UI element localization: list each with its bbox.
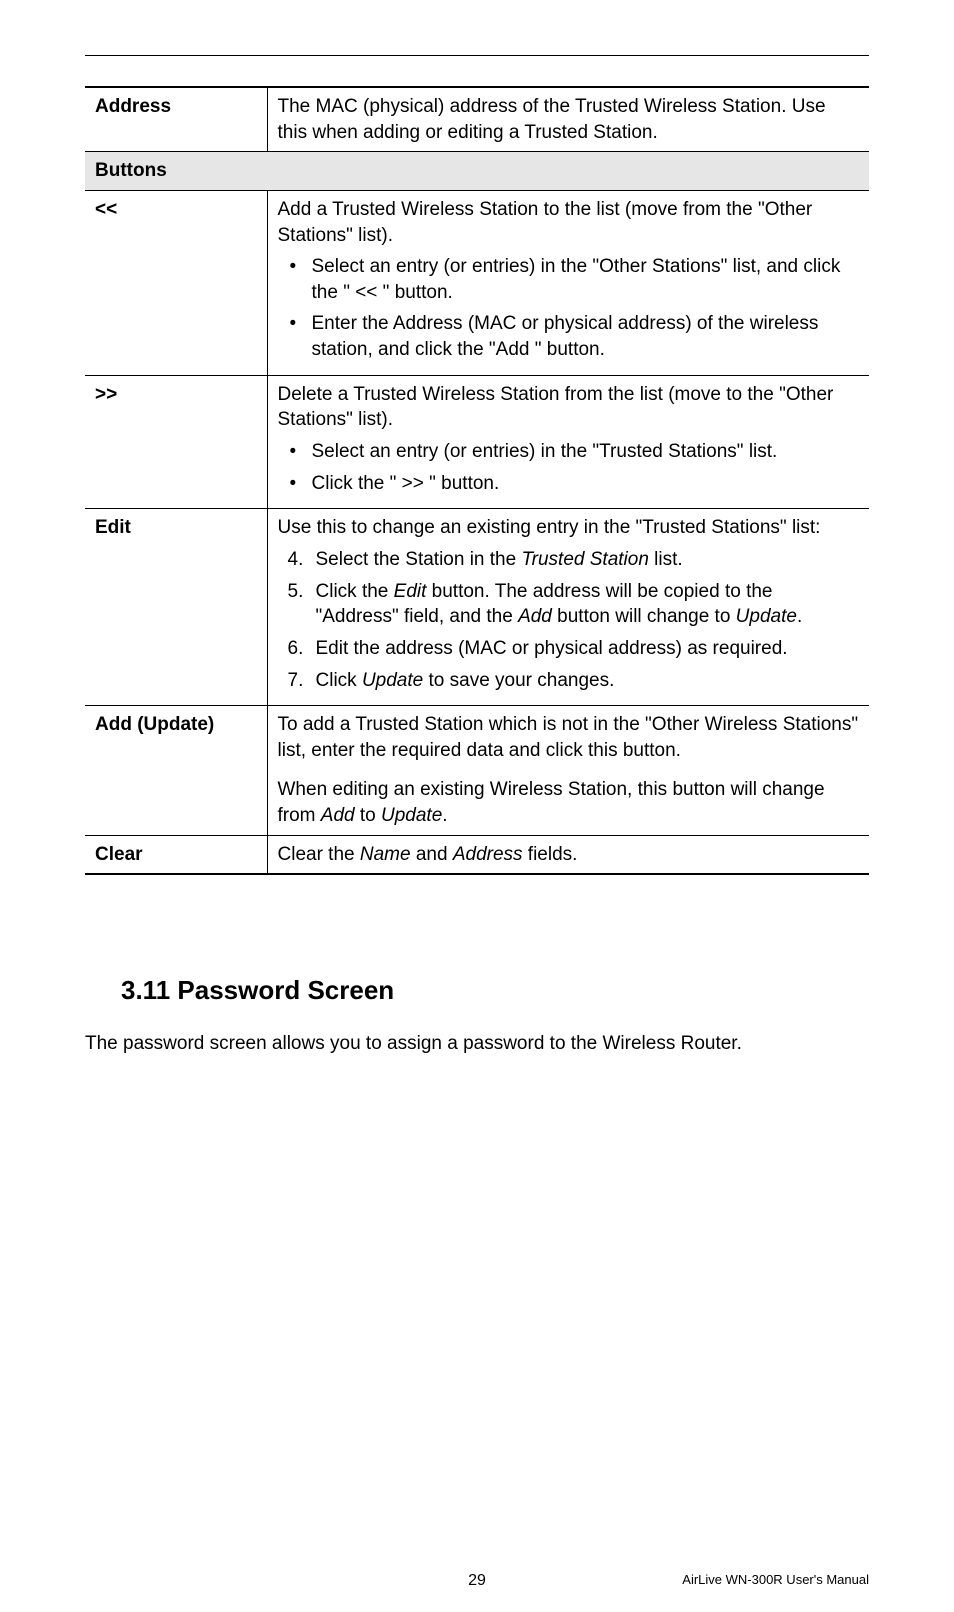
t: Update bbox=[362, 670, 423, 691]
edit-step-6: 6. Edit the address (MAC or physical addr… bbox=[286, 636, 860, 662]
edit-step-4-num: 4. bbox=[288, 547, 304, 573]
t: Update bbox=[381, 805, 442, 826]
lshift-intro: Add a Trusted Wireless Station to the li… bbox=[278, 197, 860, 248]
t: Click bbox=[316, 670, 362, 691]
lshift-bullet-1: Select an entry (or entries) in the "Oth… bbox=[286, 254, 860, 305]
page-number: 29 bbox=[468, 1572, 486, 1590]
t: Clear the bbox=[278, 844, 360, 865]
section-body: The password screen allows you to assign… bbox=[85, 1031, 869, 1057]
t: Address bbox=[453, 844, 523, 865]
cell-rshift-desc: Delete a Trusted Wireless Station from t… bbox=[267, 375, 869, 509]
cell-clear-label: Clear bbox=[85, 835, 267, 874]
cell-add-update-desc: To add a Trusted Station which is not in… bbox=[267, 706, 869, 836]
cell-rshift-label: >> bbox=[85, 375, 267, 509]
t: Select the Station in the bbox=[316, 549, 522, 570]
t: Edit bbox=[394, 581, 427, 602]
row-rshift: >> Delete a Trusted Wireless Station fro… bbox=[85, 375, 869, 509]
edit-step-7: 7. Click Update to save your changes. bbox=[286, 668, 860, 694]
definitions-table: Address The MAC (physical) address of th… bbox=[85, 86, 869, 875]
cell-edit-label: Edit bbox=[85, 509, 267, 706]
rshift-intro: Delete a Trusted Wireless Station from t… bbox=[278, 382, 860, 433]
section-title: 3.11 Password Screen bbox=[121, 975, 869, 1006]
t: list. bbox=[649, 549, 683, 570]
footer-right-text: AirLive WN-300R User's Manual bbox=[682, 1572, 869, 1587]
t: Add bbox=[518, 606, 552, 627]
edit-step-5-num: 5. bbox=[288, 579, 304, 605]
row-edit: Edit Use this to change an existing entr… bbox=[85, 509, 869, 706]
cell-clear-desc: Clear the Name and Address fields. bbox=[267, 835, 869, 874]
add-update-p2: When editing an existing Wireless Statio… bbox=[278, 777, 860, 828]
lshift-bullet-2: Enter the Address (MAC or physical addre… bbox=[286, 311, 860, 362]
lshift-bullets: Select an entry (or entries) in the "Oth… bbox=[278, 254, 860, 363]
cell-address-desc: The MAC (physical) address of the Truste… bbox=[267, 87, 869, 152]
cell-add-update-label: Add (Update) bbox=[85, 706, 267, 836]
edit-step-7-num: 7. bbox=[288, 668, 304, 694]
row-clear: Clear Clear the Name and Address fields. bbox=[85, 835, 869, 874]
rshift-bullet-2: Click the " >> " button. bbox=[286, 471, 860, 497]
edit-step-5: 5.Click the Edit button. The address wil… bbox=[286, 579, 860, 630]
t: and bbox=[411, 844, 453, 865]
t: . bbox=[442, 805, 447, 826]
row-lshift: << Add a Trusted Wireless Station to the… bbox=[85, 190, 869, 375]
t: fields. bbox=[523, 844, 578, 865]
add-update-p1: To add a Trusted Station which is not in… bbox=[278, 712, 860, 763]
t: Update bbox=[736, 606, 797, 627]
t: Add bbox=[321, 805, 355, 826]
edit-step-6-num: 6. bbox=[288, 636, 304, 662]
row-add-update: Add (Update) To add a Trusted Station wh… bbox=[85, 706, 869, 836]
rshift-bullets: Select an entry (or entries) in the "Tru… bbox=[278, 439, 860, 496]
cell-lshift-label: << bbox=[85, 190, 267, 375]
t: to bbox=[355, 805, 381, 826]
t: Click the bbox=[316, 581, 394, 602]
cell-lshift-desc: Add a Trusted Wireless Station to the li… bbox=[267, 190, 869, 375]
edit-steps: 4. Select the Station in the Trusted Stat… bbox=[278, 547, 860, 693]
cell-address-label: Address bbox=[85, 87, 267, 152]
cell-edit-desc: Use this to change an existing entry in … bbox=[267, 509, 869, 706]
cell-buttons-header: Buttons bbox=[85, 152, 869, 191]
page-top-rule bbox=[85, 55, 869, 56]
row-buttons-header: Buttons bbox=[85, 152, 869, 191]
t: Name bbox=[360, 844, 411, 865]
edit-step-4: 4. Select the Station in the Trusted Stat… bbox=[286, 547, 860, 573]
t: . bbox=[797, 606, 802, 627]
t: Edit the address (MAC or physical addres… bbox=[316, 638, 788, 659]
t: Trusted Station bbox=[521, 549, 648, 570]
t: button will change to bbox=[552, 606, 736, 627]
row-address: Address The MAC (physical) address of th… bbox=[85, 87, 869, 152]
rshift-bullet-1: Select an entry (or entries) in the "Tru… bbox=[286, 439, 860, 465]
edit-intro: Use this to change an existing entry in … bbox=[278, 515, 860, 541]
t: to save your changes. bbox=[423, 670, 614, 691]
